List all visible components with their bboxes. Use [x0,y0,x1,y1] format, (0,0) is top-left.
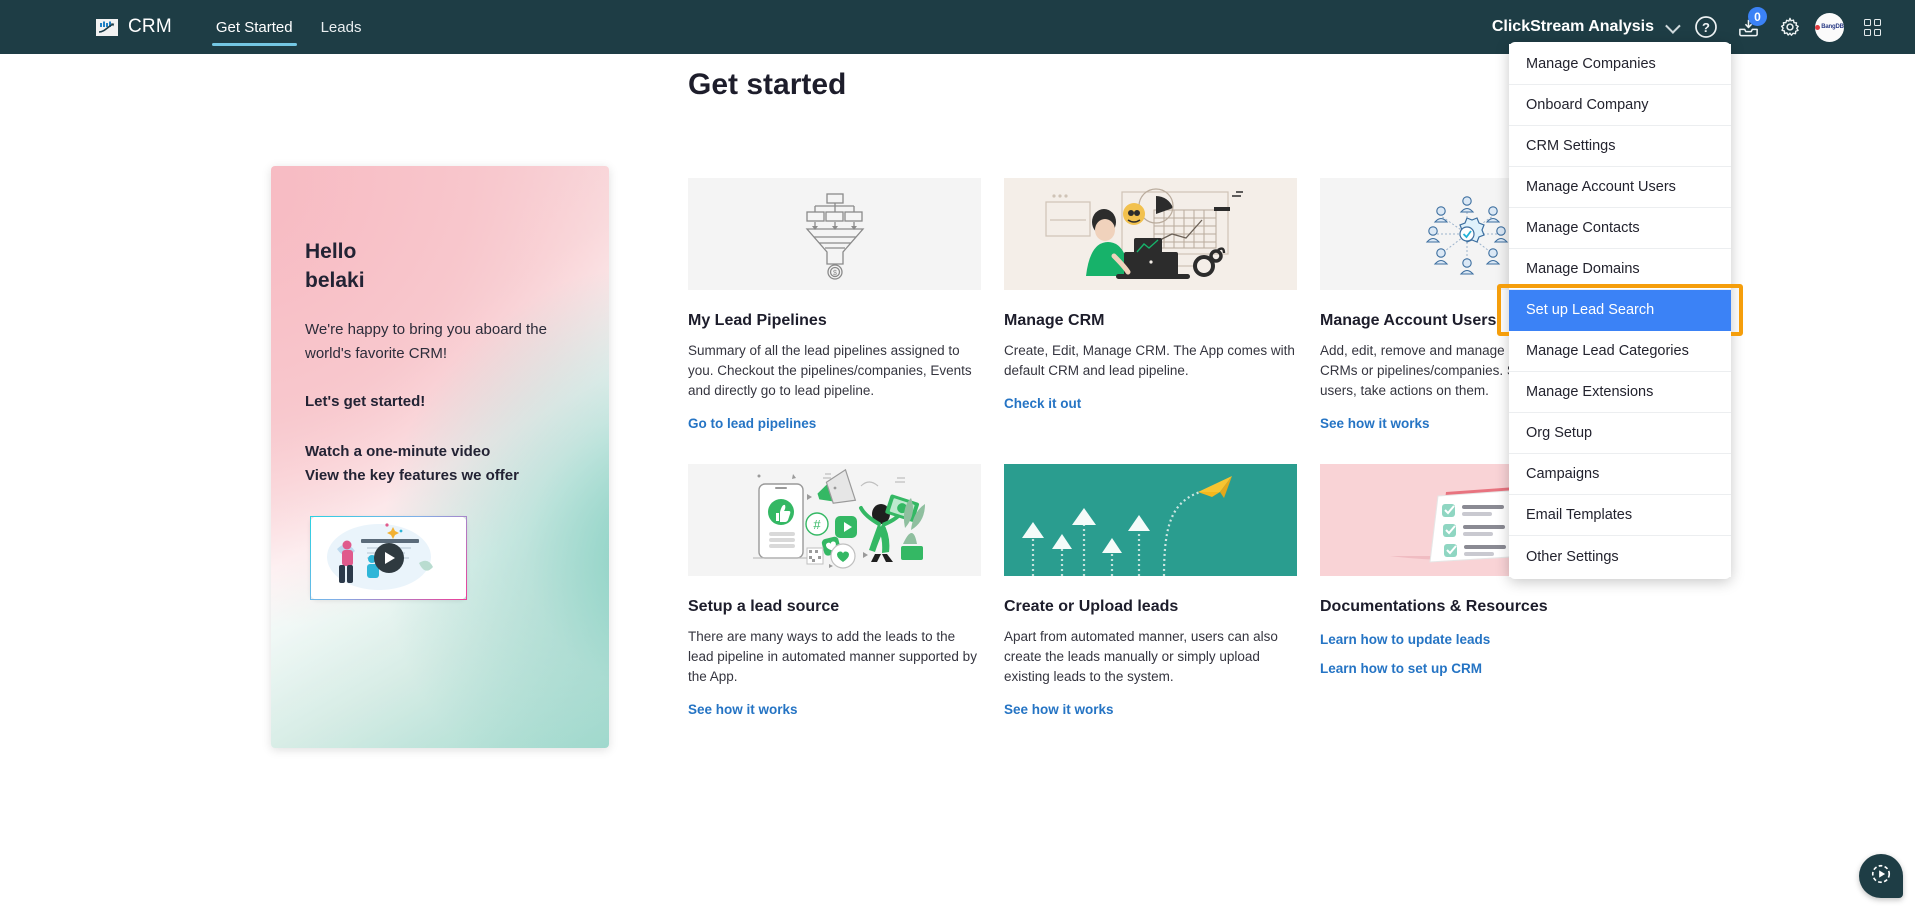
menu-item-manage-domains[interactable]: Manage Domains [1509,249,1731,290]
social-media-marketing-illustration: # [688,463,981,576]
menu-item-manage-account-users[interactable]: Manage Account Users [1509,167,1731,208]
menu-item-crm-settings[interactable]: CRM Settings [1509,126,1731,167]
crm-chart-logo-icon [96,18,118,36]
svg-text:$: $ [833,270,837,277]
inbox-button[interactable]: 0 [1727,6,1769,48]
avatar[interactable]: BangDB [1815,12,1844,42]
menu-item-campaigns[interactable]: Campaigns [1509,454,1731,495]
card-setup-a-lead-source: # Setup a lead source There are many way… [688,463,981,717]
card-title: My Lead Pipelines [688,312,827,329]
page-title: Get started [688,68,847,101]
card-link-learn-setup-crm[interactable]: Learn how to set up CRM [1320,661,1613,676]
menu-item-label: Manage Lead Categories [1526,343,1689,359]
nav-tab-leads[interactable]: Leads [307,0,376,54]
menu-item-email-templates[interactable]: Email Templates [1509,495,1731,536]
play-button-icon [373,542,404,573]
gear-icon [1779,16,1801,38]
settings-button[interactable] [1769,6,1811,48]
menu-item-label: Manage Extensions [1526,384,1654,400]
menu-item-org-setup[interactable]: Org Setup [1509,413,1731,454]
menu-item-label: Campaigns [1526,466,1600,482]
get-started-card-grid: $ My Lead Pipelines Summary of all the l… [688,178,1613,717]
welcome-video-thumbnail[interactable] [310,515,467,600]
welcome-card: Hello belaki We're happy to bring you ab… [271,166,609,748]
welcome-greeting: Hello belaki [305,238,575,296]
welcome-body-text: We're happy to bring you aboard the worl… [305,320,547,363]
brand-name: CRM [128,16,172,37]
welcome-greeting-line2: belaki [305,268,365,292]
nav-tab-leads-label: Leads [320,18,362,36]
card-title: Manage CRM [1004,312,1105,329]
main-nav: Get Started Leads [202,0,376,54]
apps-button[interactable] [1851,6,1893,48]
nav-tab-get-started[interactable]: Get Started [202,0,307,54]
help-circle-icon: ? [1695,16,1717,38]
card-create-or-upload-leads: Create or Upload leads Apart from automa… [1004,463,1297,717]
welcome-links: Watch a one-minute video View the key fe… [305,440,575,488]
menu-item-set-up-lead-search[interactable]: Set up Lead Search [1497,284,1743,336]
menu-item-manage-lead-categories[interactable]: Manage Lead Categories [1509,331,1731,372]
org-settings-dropdown-menu: Manage Companies Onboard Company CRM Set… [1497,42,1743,579]
card-description: There are many ways to add the leads to … [688,628,977,684]
brand[interactable]: CRM [96,16,172,38]
paper-plane-arrows-illustration [1004,463,1297,576]
card-description: Apart from automated manner, users can a… [1004,628,1278,684]
card-link-see-how-it-works[interactable]: See how it works [688,702,981,717]
org-selector-label: ClickStream Analysis [1491,18,1654,35]
org-selector[interactable]: ClickStream Analysis [1484,17,1685,36]
menu-item-label: Manage Account Users [1526,179,1676,195]
card-link-see-how-it-works[interactable]: See how it works [1004,702,1297,717]
welcome-link-video[interactable]: Watch a one-minute video [305,440,575,464]
card-title: Create or Upload leads [1004,597,1179,615]
menu-item-manage-companies[interactable]: Manage Companies [1509,44,1731,85]
svg-text:#: # [813,517,821,532]
funnel-pipeline-illustration: $ [688,178,981,290]
welcome-greeting-line1: Hello [305,240,357,263]
menu-item-label: Manage Companies [1526,56,1656,72]
menu-item-manage-contacts[interactable]: Manage Contacts [1509,208,1731,249]
menu-item-onboard-company[interactable]: Onboard Company [1509,85,1731,126]
person-at-desk-analytics-illustration [1004,178,1297,290]
avatar-logo-dot-icon [1815,24,1821,30]
svg-text:?: ? [1702,20,1710,35]
card-link-go-to-lead-pipelines[interactable]: Go to lead pipelines [688,416,981,431]
play-tour-icon [1870,863,1892,890]
menu-item-label: CRM Settings [1526,138,1616,154]
menu-item-label: Other Settings [1526,548,1619,565]
chevron-down-icon [1665,17,1681,34]
avatar-label: BangDB [1815,24,1844,30]
card-my-lead-pipelines: $ My Lead Pipelines Summary of all the l… [688,178,981,431]
apps-grid-icon [1863,18,1881,36]
nav-tab-get-started-label: Get Started [215,18,293,36]
card-link-check-it-out[interactable]: Check it out [1004,396,1297,411]
menu-item-label: Email Templates [1526,507,1633,523]
inbox-badge-count: 0 [1748,7,1767,26]
card-title: Documentations & Resources [1320,597,1548,615]
menu-item-label: Manage Domains [1526,261,1640,277]
product-tour-button[interactable] [1859,854,1903,898]
card-description: Create, Edit, Manage CRM. The App comes … [1004,343,1295,378]
card-title: Setup a lead source [688,597,840,615]
menu-item-label: Org Setup [1526,425,1593,441]
menu-item-label: Set up Lead Search [1526,302,1655,318]
card-link-learn-update-leads[interactable]: Learn how to update leads [1320,632,1613,647]
welcome-link-features[interactable]: View the key features we offer [305,464,575,488]
card-description: Summary of all the lead pipelines assign… [688,343,972,398]
welcome-cta-text: Let's get started! [305,392,426,410]
card-manage-crm: Manage CRM Create, Edit, Manage CRM. The… [1004,178,1297,431]
menu-item-label: Onboard Company [1526,97,1649,113]
menu-item-manage-extensions[interactable]: Manage Extensions [1509,372,1731,413]
menu-item-other-settings[interactable]: Other Settings [1509,536,1731,577]
menu-item-label: Manage Contacts [1526,220,1640,236]
